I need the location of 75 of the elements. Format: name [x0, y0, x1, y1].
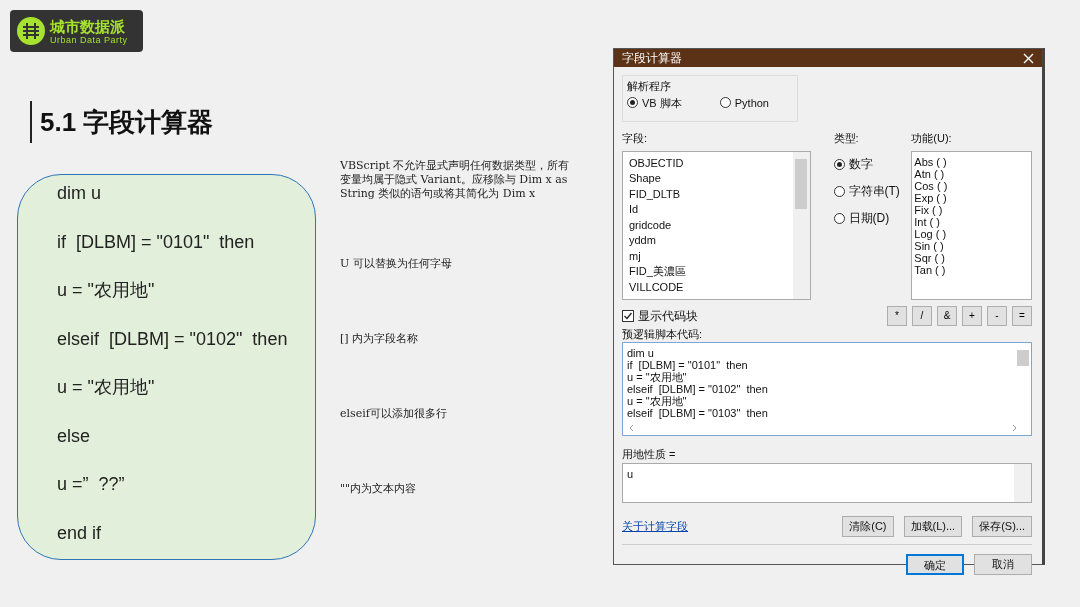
field-label: 字段: [622, 131, 649, 146]
list-item[interactable]: VILLCODE [623, 279, 793, 295]
close-icon[interactable] [1023, 52, 1034, 64]
logo-icon [16, 16, 46, 46]
operator-button[interactable]: + [962, 305, 982, 326]
list-item[interactable]: OBJECTID [623, 155, 793, 171]
note-text: ""内为文本内容 [340, 482, 418, 496]
note-text: VBScript 不允许显式声明任何数据类型，所有变量均属于隐式 Variant。应移除与 Dim x as String 类似的语句或将其简化为 Dim x [340, 159, 571, 201]
list-item[interactable]: Abs ( ) [912, 155, 1031, 168]
radio-button[interactable]: VB 脚本 [627, 94, 682, 111]
code-input-field[interactable]: dim u if [DLBM] = "0101" then u = "农用地" elseif [DLBM] = "0102" then u = "农用地" elseif [DLBM] = "0103" then [622, 342, 1032, 436]
operator-button[interactable]: & [937, 305, 957, 326]
list-item[interactable]: Tan ( ) [912, 263, 1031, 276]
code-line: elseif [DLBM] = "0102" then [626, 383, 769, 395]
code-line: dim u [57, 183, 102, 203]
expression-field[interactable]: u [622, 462, 1032, 503]
radio-button[interactable]: 日期(D) [833, 209, 890, 227]
group-label: 解析程序 [627, 79, 672, 94]
operator-button[interactable]: = [1012, 305, 1032, 326]
code-line: elseif [DLBM] = "0103" then [626, 407, 769, 419]
help-link[interactable]: 关于计算字段 [622, 517, 688, 535]
note-text: [] 内为字段名称 [340, 332, 420, 346]
list-item[interactable]: FID_DLTB [623, 186, 793, 202]
code-line: u =” ??” [57, 474, 126, 494]
logo-title: 城市数据派 [50, 17, 126, 35]
code-line: else [57, 425, 92, 446]
field-label: 类型: [833, 131, 860, 146]
operator-button[interactable]: - [987, 305, 1007, 326]
radio-button[interactable]: 字符串(T) [833, 182, 900, 200]
field-value: u [627, 467, 634, 480]
list-item[interactable]: FID_美濃區 [623, 264, 793, 280]
code-line: end if [57, 522, 103, 543]
scrollbar[interactable] [792, 151, 810, 299]
list-item[interactable]: Id [623, 202, 793, 218]
tool-button[interactable]: 加载(L)... [903, 515, 963, 537]
code-line: dim u [626, 347, 655, 359]
field-label: 功能(U): [911, 131, 953, 146]
radio-button[interactable]: 数字 [833, 155, 873, 173]
scroll-left-icon[interactable] [629, 424, 634, 432]
radio-button[interactable]: Python [719, 94, 769, 111]
code-line: u = "农用地" [626, 371, 688, 383]
operator-button[interactable]: / [912, 305, 932, 326]
operator-button[interactable]: * [887, 305, 907, 326]
list-item[interactable]: Exp ( ) [912, 191, 1031, 204]
dialog-button[interactable]: 确定 [906, 553, 964, 575]
code-line: elseif [DLBM] = "0102" then [57, 328, 289, 349]
check-icon [623, 310, 633, 321]
tool-button[interactable]: 清除(C) [842, 515, 894, 537]
code-line: if [DLBM] = "0101" then [626, 359, 749, 371]
note-text: elseif可以添加很多行 [340, 407, 448, 421]
code-line: if [DLBM] = "0101" then [57, 231, 256, 252]
list-item[interactable]: yddm [623, 233, 793, 249]
tool-button[interactable]: 保存(S)... [972, 515, 1032, 537]
list-item[interactable]: Log ( ) [912, 227, 1031, 240]
list-item[interactable]: Cos ( ) [912, 179, 1031, 192]
code-line: u = "农用地" [57, 377, 156, 397]
code-line: u = "农用地" [626, 395, 687, 407]
logo-subtitle: Urban Data Party [50, 34, 128, 45]
list-item[interactable]: mj [623, 248, 793, 264]
list-item[interactable]: Atn ( ) [912, 167, 1031, 180]
list-item[interactable]: Int ( ) [912, 215, 1031, 228]
field-label: 用地性质 = [622, 447, 677, 462]
note-text: U 可以替换为任何字母 [340, 257, 453, 271]
list-item[interactable]: gridcode [623, 217, 793, 233]
dialog-button[interactable]: 取消 [974, 553, 1032, 575]
scroll-right-icon[interactable] [1012, 424, 1017, 432]
code-line: u = "农用地" [57, 280, 156, 300]
field-label: 预逻辑脚本代码: [622, 326, 704, 342]
list-item[interactable]: Sqr ( ) [912, 251, 1031, 264]
list-item[interactable]: Shape [623, 171, 793, 187]
list-item[interactable]: Sin ( ) [912, 239, 1031, 252]
checkbox[interactable]: 显示代码块 [622, 306, 698, 325]
slide-heading: 5.1 字段计算器 [30, 101, 600, 143]
list-item[interactable]: Fix ( ) [912, 203, 1031, 216]
window-title: 字段计算器 [622, 50, 682, 67]
